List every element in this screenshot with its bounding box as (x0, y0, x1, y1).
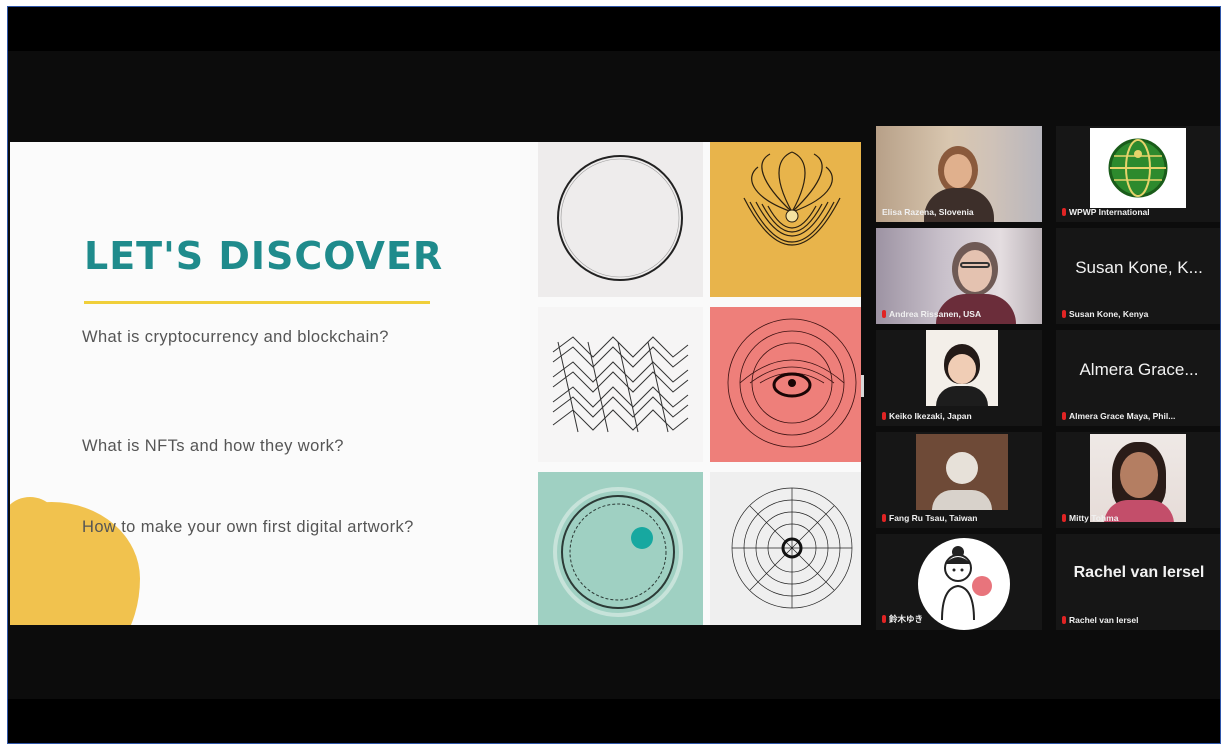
slide-title: LET'S DISCOVER (84, 234, 444, 278)
title-underline (84, 301, 430, 304)
participant-name: Keiko Ikezaki, Japan (882, 411, 972, 421)
participant-tile-rachel[interactable]: Rachel van Iersel Rachel van Iersel (1056, 534, 1220, 630)
muted-mic-icon (1062, 514, 1066, 522)
muted-mic-icon (882, 310, 886, 318)
shared-screen-slide: LET'S DISCOVER What is cryptocurrency an… (10, 142, 861, 625)
video-feed (916, 434, 1008, 510)
slide-text-panel: LET'S DISCOVER What is cryptocurrency an… (10, 142, 520, 625)
muted-mic-icon (882, 615, 886, 623)
participant-name: WPWP International (1062, 207, 1150, 217)
participant-display-name: Almera Grace... (1079, 360, 1199, 379)
meeting-window: LET'S DISCOVER What is cryptocurrency an… (7, 6, 1221, 744)
split-drag-handle[interactable] (861, 375, 864, 397)
artwork-teal-ring (538, 472, 703, 625)
participant-tile-keiko[interactable]: Keiko Ikezaki, Japan (876, 330, 1042, 426)
video-feed (926, 330, 998, 406)
participant-tile-susan[interactable]: Susan Kone, K... Susan Kone, Kenya (1056, 228, 1220, 324)
artwork-spiral-lines (710, 472, 861, 625)
muted-mic-icon (1062, 616, 1066, 624)
globe-logo (1090, 128, 1186, 208)
artwork-zigzag-mesh (538, 307, 703, 462)
muted-mic-icon (1062, 208, 1066, 216)
video-feed (1090, 434, 1186, 522)
slide-question-1: What is cryptocurrency and blockchain? (82, 328, 389, 346)
bottom-letterbox (8, 699, 1220, 743)
participant-name: Fang Ru Tsau, Taiwan (882, 513, 977, 523)
participant-name: Susan Kone, Kenya (1062, 309, 1148, 319)
slide-question-3: How to make your own first digital artwo… (82, 518, 414, 536)
muted-mic-icon (1062, 310, 1066, 318)
participant-tile-mitty[interactable]: Mitty Tohma (1056, 432, 1220, 528)
participant-tile-almera[interactable]: Almera Grace... Almera Grace Maya, Phil.… (1056, 330, 1220, 426)
top-letterbox (8, 7, 1220, 51)
participant-name: 鈴木ゆき (882, 613, 923, 625)
artwork-circle-outline (538, 142, 703, 297)
participant-name: Elisa Razena, Slovenia (882, 207, 974, 217)
participant-name: Rachel van Iersel (1062, 615, 1138, 625)
muted-mic-icon (1062, 412, 1066, 420)
participant-name: Mitty Tohma (1062, 513, 1118, 523)
participant-display-name: Rachel van Iersel (1073, 564, 1205, 581)
participant-display-name: Susan Kone, K... (1075, 258, 1203, 277)
participant-tile-elisa[interactable]: Elisa Razena, Slovenia (876, 126, 1042, 222)
slide-question-2: What is NFTs and how they work? (82, 437, 344, 455)
participant-tile-andrea[interactable]: Andrea Rissanen, USA (876, 228, 1042, 324)
participant-name: Almera Grace Maya, Phil... (1062, 411, 1175, 421)
muted-mic-icon (882, 514, 886, 522)
muted-mic-icon (882, 412, 886, 420)
avatar (918, 538, 1010, 630)
participant-tile-wpwp[interactable]: WPWP International (1056, 126, 1220, 222)
participant-tile-fang[interactable]: Fang Ru Tsau, Taiwan (876, 432, 1042, 528)
artwork-concentric-red (710, 307, 861, 462)
participant-tile-yuki[interactable]: 鈴木ゆき (876, 534, 1042, 630)
artwork-grid (522, 142, 861, 625)
participant-name: Andrea Rissanen, USA (882, 309, 981, 319)
artwork-radial-lines-yellow (710, 142, 861, 297)
